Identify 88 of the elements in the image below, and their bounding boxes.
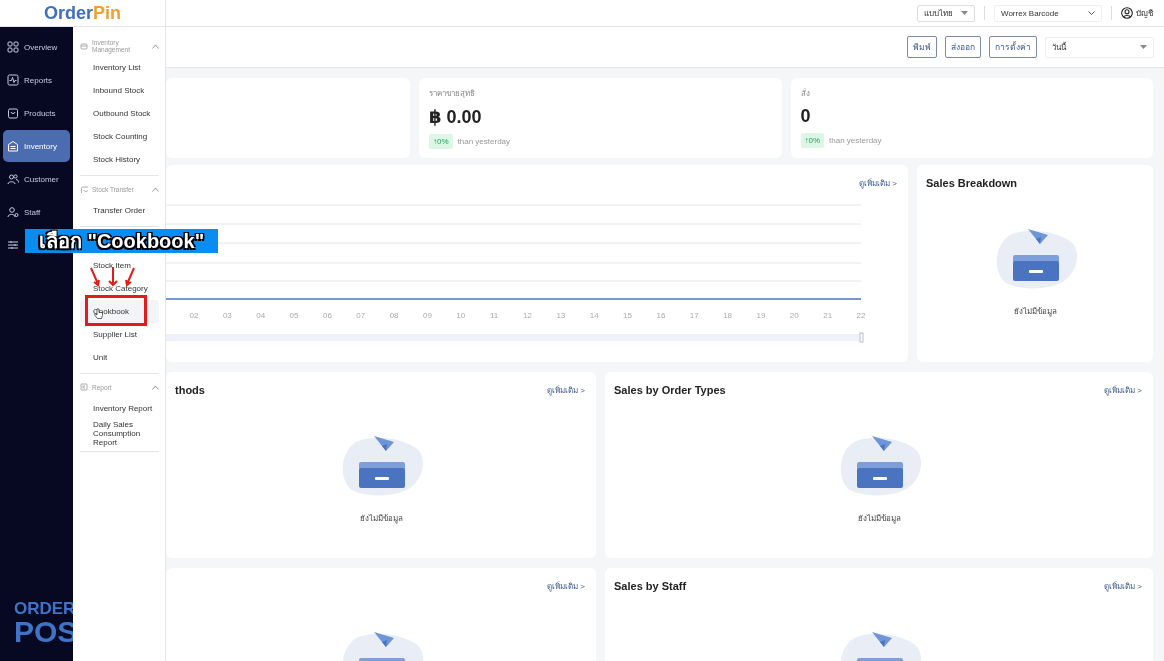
brand-logo-text: ORDER <box>14 600 73 617</box>
submenu-item[interactable]: Stock Category <box>80 277 159 300</box>
box-icon <box>80 42 88 50</box>
language-select[interactable]: แบบไทย <box>917 4 975 22</box>
axis-label: 11 <box>490 311 499 320</box>
see-more-link[interactable]: ดูเพิ่มเติม > <box>859 177 897 190</box>
axis-label: 21 <box>823 311 833 320</box>
axis-label: 17 <box>689 311 699 320</box>
axis-label: 13 <box>556 311 566 320</box>
axis-label: 12 <box>523 311 532 320</box>
axis-label: 06 <box>322 311 332 320</box>
brand-logo-text: POS <box>14 617 73 647</box>
submenu-item[interactable]: Inbound Stock <box>80 79 159 102</box>
store-select[interactable]: Worrex Barcode <box>994 4 1102 22</box>
empty-state-text: ยังไม่มีข้อมูล <box>359 513 403 525</box>
warehouse-icon <box>7 140 19 152</box>
axis-label: 05 <box>289 311 299 320</box>
nav-item[interactable]: Customer <box>3 163 70 195</box>
empty-state-text: ยังไม่มีข้อมูล <box>1013 306 1057 318</box>
report-icon <box>80 383 88 391</box>
stat-label: ราคาขายสุทธิ <box>429 88 476 100</box>
axis-label: 15 <box>623 311 632 320</box>
panel-title: Sales Breakdown <box>926 177 1018 189</box>
submenu-item[interactable]: Daily Sales Consumption Report <box>80 420 159 447</box>
grid-icon <box>7 41 19 53</box>
caret-icon <box>1140 45 1147 49</box>
toolbar-button[interactable]: ส่งออก <box>945 36 981 58</box>
period-select[interactable]: วันนี้ <box>1045 36 1154 58</box>
axis-label: 22 <box>856 311 866 320</box>
comparison-note: than yesterday <box>829 136 882 145</box>
submenu-item[interactable]: Transfer Order <box>80 199 159 222</box>
submenu-item[interactable]: Outbound Stock <box>80 102 159 125</box>
bag-icon <box>7 107 19 119</box>
axis-label: 04 <box>256 311 266 320</box>
tutorial-caption: เลือก "Cookbook" <box>25 229 218 253</box>
nav-item[interactable]: Inventory <box>3 130 70 162</box>
panel-title: Sales by Staff <box>614 580 687 592</box>
axis-label: 20 <box>789 311 799 320</box>
axis-label: 07 <box>356 311 366 320</box>
axis-label: 19 <box>756 311 766 320</box>
sliders-icon <box>7 239 19 251</box>
axis-label: 09 <box>423 311 432 320</box>
axis-label: 10 <box>456 311 466 320</box>
submenu-item[interactable]: Inventory List <box>80 56 159 79</box>
nav-item[interactable]: Products <box>3 97 70 129</box>
see-more-link[interactable]: ดูเพิ่มเติม > <box>547 580 585 593</box>
logo-wordmark: Order <box>43 2 93 24</box>
nav-item[interactable]: Overview <box>3 31 70 63</box>
chevron-down-icon <box>1088 11 1095 15</box>
submenu-item[interactable]: Inventory Report <box>80 397 159 420</box>
submenu-item[interactable]: Stock Counting <box>80 125 159 148</box>
account-link[interactable]: บัญชี <box>1136 6 1153 20</box>
empty-state-text: ยังไม่มีข้อมูล <box>857 513 901 525</box>
submenu-item[interactable]: Supplier List <box>80 323 159 346</box>
nav-item[interactable]: Staff <box>3 196 70 228</box>
axis-label: 18 <box>723 311 733 320</box>
highlight-frame <box>85 295 147 326</box>
user-circle-icon[interactable] <box>1121 7 1133 19</box>
stat-value: 0 <box>800 106 812 127</box>
toolbar-button[interactable]: การตั้งค่า <box>989 36 1037 58</box>
arrows-drawing <box>88 266 138 288</box>
caret-icon <box>961 11 968 15</box>
scrollbar-handle[interactable] <box>859 332 864 343</box>
logo-accent-text: Pin <box>93 2 121 24</box>
see-more-link[interactable]: ดูเพิ่มเติม > <box>1104 384 1142 397</box>
bag-icon <box>80 185 88 193</box>
toolbar-button[interactable]: พิมพ์ <box>907 36 937 58</box>
stat-value: ฿ 0.00 <box>429 106 483 128</box>
panel-title: Sales by Order Types <box>614 384 726 396</box>
pulse-chart-icon <box>7 74 19 86</box>
comparison-note: than yesterday <box>457 137 511 146</box>
change-badge: ↑0% <box>800 133 825 148</box>
see-more-link[interactable]: ดูเพิ่มเติม > <box>547 384 585 397</box>
panel-title: thods <box>175 384 205 396</box>
axis-label: 08 <box>389 311 399 320</box>
submenu-item[interactable]: Stock History <box>80 148 159 171</box>
axis-label: 03 <box>222 311 232 320</box>
change-badge: ↑0% <box>429 134 453 149</box>
axis-label: 14 <box>589 311 599 320</box>
submenu-item[interactable]: Unit <box>80 346 159 369</box>
stat-label: สั่ง <box>800 87 811 100</box>
person-icon <box>7 206 19 218</box>
people-icon <box>7 173 19 185</box>
see-more-link[interactable]: ดูเพิ่มเติม > <box>1104 580 1142 593</box>
submenu-item[interactable]: Stock Item <box>80 254 159 277</box>
axis-label: 02 <box>189 311 199 320</box>
nav-item[interactable]: Reports <box>3 64 70 96</box>
axis-label: 16 <box>656 311 666 320</box>
